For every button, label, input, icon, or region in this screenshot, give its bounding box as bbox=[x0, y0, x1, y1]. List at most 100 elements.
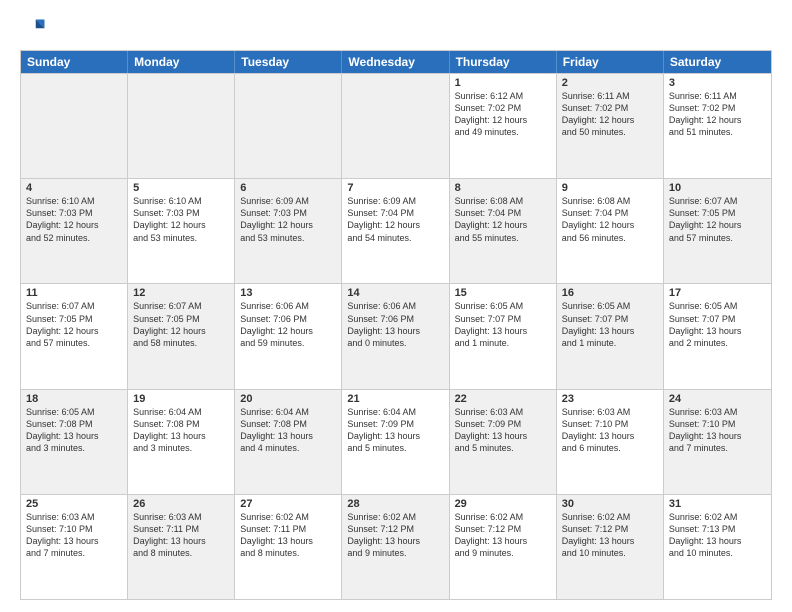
calendar-day-cell: 28Sunrise: 6:02 AM Sunset: 7:12 PM Dayli… bbox=[342, 495, 449, 599]
calendar-day-cell: 19Sunrise: 6:04 AM Sunset: 7:08 PM Dayli… bbox=[128, 390, 235, 494]
calendar-day-cell: 13Sunrise: 6:06 AM Sunset: 7:06 PM Dayli… bbox=[235, 284, 342, 388]
day-info: Sunrise: 6:03 AM Sunset: 7:10 PM Dayligh… bbox=[669, 406, 766, 455]
day-info: Sunrise: 6:12 AM Sunset: 7:02 PM Dayligh… bbox=[455, 90, 551, 139]
day-info: Sunrise: 6:05 AM Sunset: 7:07 PM Dayligh… bbox=[669, 300, 766, 349]
day-info: Sunrise: 6:08 AM Sunset: 7:04 PM Dayligh… bbox=[562, 195, 658, 244]
calendar-day-cell: 14Sunrise: 6:06 AM Sunset: 7:06 PM Dayli… bbox=[342, 284, 449, 388]
calendar-day-cell: 31Sunrise: 6:02 AM Sunset: 7:13 PM Dayli… bbox=[664, 495, 771, 599]
calendar-day-cell: 7Sunrise: 6:09 AM Sunset: 7:04 PM Daylig… bbox=[342, 179, 449, 283]
calendar-day-cell: 8Sunrise: 6:08 AM Sunset: 7:04 PM Daylig… bbox=[450, 179, 557, 283]
calendar-day-cell: 4Sunrise: 6:10 AM Sunset: 7:03 PM Daylig… bbox=[21, 179, 128, 283]
day-number: 1 bbox=[455, 77, 551, 89]
day-info: Sunrise: 6:03 AM Sunset: 7:11 PM Dayligh… bbox=[133, 511, 229, 560]
calendar-row: 1Sunrise: 6:12 AM Sunset: 7:02 PM Daylig… bbox=[21, 73, 771, 178]
day-number: 7 bbox=[347, 182, 443, 194]
day-number: 8 bbox=[455, 182, 551, 194]
calendar-day-cell: 10Sunrise: 6:07 AM Sunset: 7:05 PM Dayli… bbox=[664, 179, 771, 283]
day-number: 13 bbox=[240, 287, 336, 299]
calendar-day-cell: 29Sunrise: 6:02 AM Sunset: 7:12 PM Dayli… bbox=[450, 495, 557, 599]
day-info: Sunrise: 6:02 AM Sunset: 7:13 PM Dayligh… bbox=[669, 511, 766, 560]
day-number: 21 bbox=[347, 393, 443, 405]
day-number: 17 bbox=[669, 287, 766, 299]
calendar-day-cell: 27Sunrise: 6:02 AM Sunset: 7:11 PM Dayli… bbox=[235, 495, 342, 599]
calendar-day-cell: 16Sunrise: 6:05 AM Sunset: 7:07 PM Dayli… bbox=[557, 284, 664, 388]
day-info: Sunrise: 6:02 AM Sunset: 7:12 PM Dayligh… bbox=[347, 511, 443, 560]
calendar-row: 4Sunrise: 6:10 AM Sunset: 7:03 PM Daylig… bbox=[21, 178, 771, 283]
empty-cell bbox=[21, 74, 128, 178]
calendar-day-cell: 25Sunrise: 6:03 AM Sunset: 7:10 PM Dayli… bbox=[21, 495, 128, 599]
day-number: 31 bbox=[669, 498, 766, 510]
day-info: Sunrise: 6:07 AM Sunset: 7:05 PM Dayligh… bbox=[26, 300, 122, 349]
calendar-day-cell: 6Sunrise: 6:09 AM Sunset: 7:03 PM Daylig… bbox=[235, 179, 342, 283]
day-number: 11 bbox=[26, 287, 122, 299]
calendar-day-cell: 22Sunrise: 6:03 AM Sunset: 7:09 PM Dayli… bbox=[450, 390, 557, 494]
day-info: Sunrise: 6:02 AM Sunset: 7:11 PM Dayligh… bbox=[240, 511, 336, 560]
day-number: 22 bbox=[455, 393, 551, 405]
weekday-header: Wednesday bbox=[342, 51, 449, 73]
day-info: Sunrise: 6:02 AM Sunset: 7:12 PM Dayligh… bbox=[562, 511, 658, 560]
day-info: Sunrise: 6:03 AM Sunset: 7:10 PM Dayligh… bbox=[562, 406, 658, 455]
empty-cell bbox=[128, 74, 235, 178]
day-number: 6 bbox=[240, 182, 336, 194]
day-number: 24 bbox=[669, 393, 766, 405]
calendar-day-cell: 23Sunrise: 6:03 AM Sunset: 7:10 PM Dayli… bbox=[557, 390, 664, 494]
day-number: 18 bbox=[26, 393, 122, 405]
calendar-row: 11Sunrise: 6:07 AM Sunset: 7:05 PM Dayli… bbox=[21, 283, 771, 388]
day-number: 2 bbox=[562, 77, 658, 89]
calendar-day-cell: 24Sunrise: 6:03 AM Sunset: 7:10 PM Dayli… bbox=[664, 390, 771, 494]
weekday-header: Saturday bbox=[664, 51, 771, 73]
page: SundayMondayTuesdayWednesdayThursdayFrid… bbox=[0, 0, 792, 612]
weekday-header: Friday bbox=[557, 51, 664, 73]
day-info: Sunrise: 6:09 AM Sunset: 7:03 PM Dayligh… bbox=[240, 195, 336, 244]
day-number: 26 bbox=[133, 498, 229, 510]
day-number: 16 bbox=[562, 287, 658, 299]
day-info: Sunrise: 6:05 AM Sunset: 7:08 PM Dayligh… bbox=[26, 406, 122, 455]
day-info: Sunrise: 6:07 AM Sunset: 7:05 PM Dayligh… bbox=[669, 195, 766, 244]
calendar-row: 18Sunrise: 6:05 AM Sunset: 7:08 PM Dayli… bbox=[21, 389, 771, 494]
day-info: Sunrise: 6:04 AM Sunset: 7:09 PM Dayligh… bbox=[347, 406, 443, 455]
day-number: 23 bbox=[562, 393, 658, 405]
day-info: Sunrise: 6:08 AM Sunset: 7:04 PM Dayligh… bbox=[455, 195, 551, 244]
day-number: 20 bbox=[240, 393, 336, 405]
calendar-day-cell: 17Sunrise: 6:05 AM Sunset: 7:07 PM Dayli… bbox=[664, 284, 771, 388]
weekday-header: Tuesday bbox=[235, 51, 342, 73]
day-number: 19 bbox=[133, 393, 229, 405]
day-info: Sunrise: 6:10 AM Sunset: 7:03 PM Dayligh… bbox=[26, 195, 122, 244]
logo bbox=[20, 16, 52, 44]
calendar-day-cell: 18Sunrise: 6:05 AM Sunset: 7:08 PM Dayli… bbox=[21, 390, 128, 494]
calendar-day-cell: 12Sunrise: 6:07 AM Sunset: 7:05 PM Dayli… bbox=[128, 284, 235, 388]
day-number: 28 bbox=[347, 498, 443, 510]
day-number: 27 bbox=[240, 498, 336, 510]
header bbox=[20, 16, 772, 44]
day-info: Sunrise: 6:06 AM Sunset: 7:06 PM Dayligh… bbox=[240, 300, 336, 349]
weekday-header: Monday bbox=[128, 51, 235, 73]
weekday-header: Thursday bbox=[450, 51, 557, 73]
day-info: Sunrise: 6:04 AM Sunset: 7:08 PM Dayligh… bbox=[240, 406, 336, 455]
day-info: Sunrise: 6:05 AM Sunset: 7:07 PM Dayligh… bbox=[455, 300, 551, 349]
logo-icon bbox=[20, 16, 48, 44]
day-number: 9 bbox=[562, 182, 658, 194]
calendar-day-cell: 3Sunrise: 6:11 AM Sunset: 7:02 PM Daylig… bbox=[664, 74, 771, 178]
calendar-day-cell: 1Sunrise: 6:12 AM Sunset: 7:02 PM Daylig… bbox=[450, 74, 557, 178]
calendar-header: SundayMondayTuesdayWednesdayThursdayFrid… bbox=[21, 51, 771, 73]
empty-cell bbox=[235, 74, 342, 178]
day-number: 12 bbox=[133, 287, 229, 299]
day-number: 15 bbox=[455, 287, 551, 299]
calendar-day-cell: 2Sunrise: 6:11 AM Sunset: 7:02 PM Daylig… bbox=[557, 74, 664, 178]
calendar-day-cell: 5Sunrise: 6:10 AM Sunset: 7:03 PM Daylig… bbox=[128, 179, 235, 283]
day-number: 3 bbox=[669, 77, 766, 89]
calendar-day-cell: 21Sunrise: 6:04 AM Sunset: 7:09 PM Dayli… bbox=[342, 390, 449, 494]
day-number: 30 bbox=[562, 498, 658, 510]
calendar-day-cell: 15Sunrise: 6:05 AM Sunset: 7:07 PM Dayli… bbox=[450, 284, 557, 388]
day-info: Sunrise: 6:05 AM Sunset: 7:07 PM Dayligh… bbox=[562, 300, 658, 349]
calendar-day-cell: 26Sunrise: 6:03 AM Sunset: 7:11 PM Dayli… bbox=[128, 495, 235, 599]
calendar-row: 25Sunrise: 6:03 AM Sunset: 7:10 PM Dayli… bbox=[21, 494, 771, 599]
day-info: Sunrise: 6:11 AM Sunset: 7:02 PM Dayligh… bbox=[669, 90, 766, 139]
day-number: 4 bbox=[26, 182, 122, 194]
calendar-day-cell: 30Sunrise: 6:02 AM Sunset: 7:12 PM Dayli… bbox=[557, 495, 664, 599]
day-info: Sunrise: 6:02 AM Sunset: 7:12 PM Dayligh… bbox=[455, 511, 551, 560]
day-info: Sunrise: 6:04 AM Sunset: 7:08 PM Dayligh… bbox=[133, 406, 229, 455]
calendar-day-cell: 20Sunrise: 6:04 AM Sunset: 7:08 PM Dayli… bbox=[235, 390, 342, 494]
day-number: 25 bbox=[26, 498, 122, 510]
day-number: 5 bbox=[133, 182, 229, 194]
